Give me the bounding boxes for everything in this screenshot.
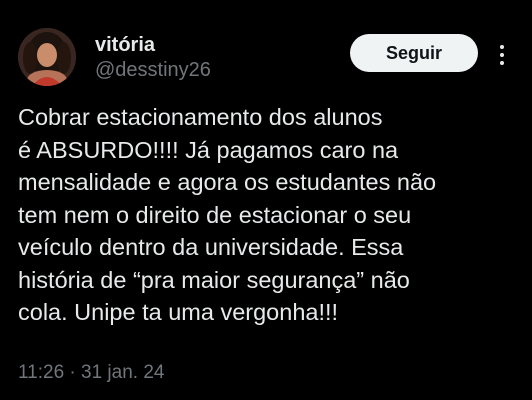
tweet-timestamp[interactable]: 11:26 · 31 jan. 24 xyxy=(18,362,164,384)
follow-button[interactable]: Seguir xyxy=(350,34,478,72)
user-handle[interactable]: @desstiny26 xyxy=(95,59,211,82)
avatar[interactable] xyxy=(18,28,76,86)
tweet-text-line: cola. Unipe ta uma vergonha!!! xyxy=(18,299,339,325)
tweet-text-line: Cobrar estacionamento dos alunos xyxy=(18,104,383,130)
more-vertical-icon xyxy=(500,45,504,65)
profile-photo-icon xyxy=(18,28,76,86)
tweet: vitória @desstiny26 Seguir Cobrar estaci… xyxy=(0,0,532,400)
tweet-text-line: é ABSURDO!!!! Já pagamos caro na xyxy=(18,136,399,163)
tweet-text-line: história de “pra maior segurança” não xyxy=(18,266,410,293)
tweet-text-line: tem nem o direito de estacionar o seu xyxy=(18,201,412,228)
more-options-button[interactable] xyxy=(493,40,511,66)
tweet-text: Cobrar estacionamento dos alunos é ABSUR… xyxy=(18,101,518,329)
display-name[interactable]: vitória xyxy=(95,34,155,57)
tweet-text-line: mensalidade e agora os estudantes não xyxy=(18,169,437,195)
tweet-text-line: veículo dentro da universidade. Essa xyxy=(18,234,404,260)
